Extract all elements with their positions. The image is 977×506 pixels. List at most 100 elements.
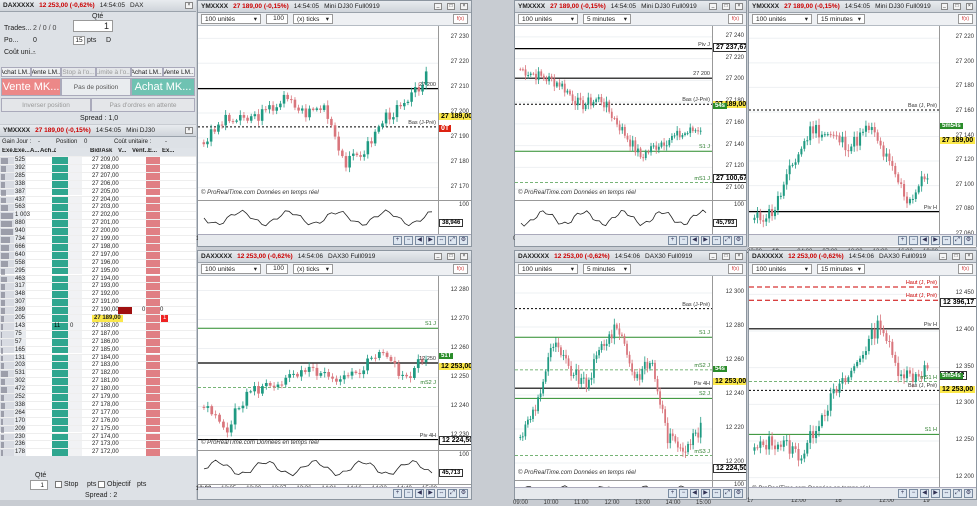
ladder-cell[interactable] — [68, 275, 82, 283]
fit-icon[interactable]: ⇔ — [942, 236, 951, 245]
stop-button[interactable]: Stop à l'o... — [61, 67, 96, 77]
ladder-cell[interactable] — [52, 378, 68, 386]
zoom-in-icon[interactable]: + — [393, 489, 402, 498]
ladder-row[interactable]: 387 27 205,00 — [0, 187, 196, 196]
ladder-cell[interactable] — [146, 354, 160, 362]
ladder-row[interactable]: 940 27 200,00 — [0, 227, 196, 236]
ladder-cell[interactable] — [146, 362, 160, 370]
ladder-cell[interactable] — [68, 228, 82, 235]
ladder-cell[interactable] — [68, 196, 82, 204]
ladder-row[interactable]: 236 27 173,00 — [0, 440, 196, 449]
ladder-cell[interactable] — [68, 291, 82, 299]
ladder-cell[interactable] — [52, 204, 68, 212]
ladder-row[interactable]: 295 27 195,00 — [0, 266, 196, 275]
ladder-cell[interactable] — [68, 338, 82, 346]
scroll-left-icon[interactable]: ◀ — [920, 489, 929, 498]
indicators-icon[interactable]: f(x) — [728, 14, 743, 24]
indicator-panel[interactable] — [198, 200, 438, 234]
ladder-cell[interactable] — [68, 172, 82, 180]
ladder-cell[interactable] — [68, 283, 82, 291]
maximize-icon[interactable]: □ — [722, 3, 730, 10]
zoom-out-icon[interactable]: − — [679, 236, 688, 245]
ladder-row[interactable]: 348 27 192,00 — [0, 290, 196, 299]
ladder-cell[interactable] — [68, 433, 82, 441]
close-icon[interactable]: × — [965, 3, 974, 10]
ladder-row[interactable]: 143 27 188,00 11 0 — [0, 321, 196, 330]
ladder-cell[interactable] — [68, 204, 82, 212]
period-select[interactable]: 15 minutes ▾ — [817, 14, 865, 24]
ticks-count-input[interactable]: 100 — [266, 264, 288, 274]
ladder-row[interactable]: 392 27 208,00 — [0, 163, 196, 172]
ladder-cell[interactable] — [146, 212, 160, 220]
indicators-icon[interactable]: f(x) — [958, 14, 973, 24]
ladder-row[interactable]: 640 27 197,00 — [0, 250, 196, 259]
close-icon[interactable]: × — [735, 253, 743, 260]
period-select[interactable]: (x) ticks ▾ — [293, 14, 333, 24]
auto-scale-icon[interactable]: ⤢ — [448, 489, 457, 498]
zoom-in-icon[interactable]: + — [668, 236, 677, 245]
ladder-cell[interactable] — [52, 449, 68, 456]
ladder-cell[interactable] — [146, 346, 160, 354]
ladder-cell[interactable] — [52, 172, 68, 180]
indicators-icon[interactable]: f(x) — [958, 264, 973, 274]
scroll-right-icon[interactable]: ▶ — [426, 236, 435, 245]
scroll-right-icon[interactable]: ▶ — [931, 236, 940, 245]
ladder-cell[interactable] — [52, 441, 68, 449]
ladder-row[interactable]: 1 003 27 202,00 — [0, 211, 196, 220]
zoom-in-icon[interactable]: + — [898, 236, 907, 245]
indicators-icon[interactable]: f(x) — [453, 264, 468, 274]
price-chart[interactable]: Haut (J, Pré) Haut (J, Pré) Piv H mS1 H Bas … — [749, 276, 939, 496]
ladder-cell[interactable] — [68, 157, 82, 164]
maximize-icon[interactable]: □ — [952, 253, 960, 260]
scroll-right-icon[interactable]: ▶ — [426, 489, 435, 498]
ladder-cell[interactable] — [52, 228, 68, 235]
fit-icon[interactable]: ⇔ — [942, 489, 951, 498]
fit-icon[interactable]: ⇔ — [712, 489, 721, 498]
ladder-cell[interactable] — [68, 220, 82, 228]
qty-input[interactable]: 1 — [30, 480, 48, 490]
ladder-row[interactable]: 203 27 183,00 — [0, 361, 196, 370]
units-select[interactable]: 100 unités ▾ — [752, 264, 812, 274]
ladder-cell[interactable] — [146, 283, 160, 291]
ladder-cell[interactable] — [146, 433, 160, 441]
ladder-cell[interactable] — [68, 354, 82, 362]
indicators-icon[interactable]: f(x) — [453, 14, 468, 24]
ladder-cell[interactable] — [52, 299, 68, 307]
ladder-cell[interactable] — [146, 275, 160, 283]
ladder-cell[interactable] — [52, 315, 68, 322]
ladder-cell[interactable] — [68, 441, 82, 449]
ladder-cell[interactable] — [68, 401, 82, 409]
ladder-cell[interactable] — [52, 275, 68, 283]
ladder-cell[interactable] — [146, 401, 160, 409]
ladder-cell[interactable] — [146, 180, 160, 188]
close-icon[interactable]: × — [965, 253, 973, 260]
ladder-row[interactable]: 252 27 179,00 — [0, 393, 196, 401]
price-axis[interactable]: 12 300 12 280 12 260 12 240 12 220 12 200 12 2… — [712, 276, 746, 480]
ladder-cell[interactable] — [68, 417, 82, 425]
ladder-row[interactable]: 285 27 207,00 — [0, 171, 196, 180]
maximize-icon[interactable]: □ — [722, 253, 730, 260]
ladder-cell[interactable] — [146, 378, 160, 386]
ladder-cell[interactable] — [146, 299, 160, 307]
objectif-checkbox[interactable] — [98, 481, 105, 488]
ladder-cell[interactable] — [146, 322, 160, 330]
period-select[interactable]: 15 minutes ▾ — [817, 264, 865, 274]
vente-market-button[interactable]: Vente MK... — [1, 78, 61, 96]
minimize-icon[interactable]: _ — [939, 253, 947, 260]
ladder-cell[interactable] — [68, 346, 82, 354]
close-icon[interactable]: × — [185, 2, 193, 9]
ladder-cell[interactable] — [146, 409, 160, 417]
ladder-cell[interactable] — [52, 307, 68, 314]
ladder-row[interactable]: 338 27 206,00 — [0, 179, 196, 188]
ladder-cell[interactable] — [68, 315, 82, 322]
ladder-cell[interactable] — [68, 330, 82, 338]
price-axis[interactable]: 27 220 27 200 27 180 27 160 27 140 27 120 27 1… — [939, 26, 976, 247]
zoom-out-icon[interactable]: − — [909, 236, 918, 245]
vente-lmt-button[interactable]: Vente LM... — [31, 67, 61, 77]
ladder-cell[interactable] — [52, 220, 68, 228]
price-axis[interactable]: 12 280 12 270 12 260 12 250 12 240 12 230 12 2… — [438, 276, 471, 450]
price-chart[interactable]: S1 J 12 250 mS2 J Piv 4H © ProRealTime.com D… — [198, 276, 438, 450]
ladder-row[interactable]: 338 27 178,00 — [0, 400, 196, 409]
auto-scale-icon[interactable]: ⤢ — [953, 489, 962, 498]
ladder-cell[interactable] — [52, 362, 68, 370]
